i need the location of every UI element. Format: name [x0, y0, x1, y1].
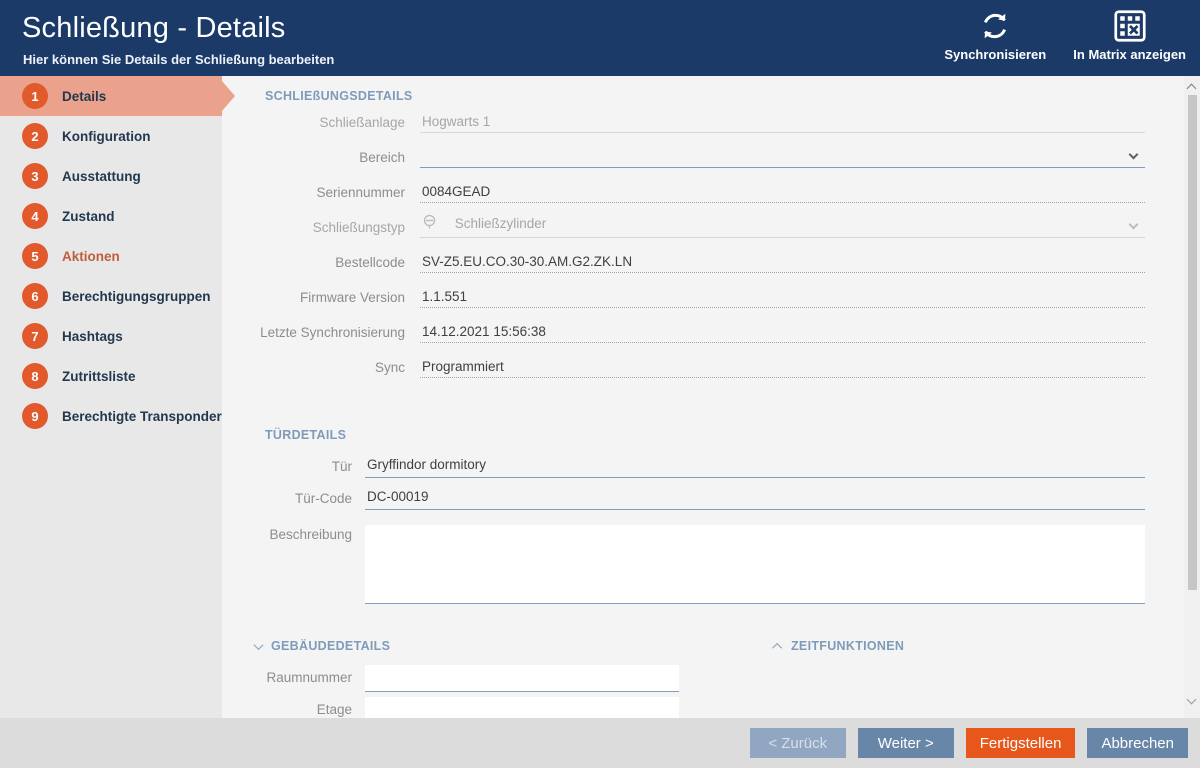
chevron-down-icon — [254, 640, 264, 650]
back-button[interactable]: < Zurück — [750, 728, 846, 758]
details-form: SCHLIEßUNGSDETAILS Schließanlage Hogwart… — [222, 76, 1200, 718]
field-schliessungstyp: Schließungstyp Schließzylinder — [222, 203, 1145, 238]
firmware-version-value: 1.1.551 — [420, 289, 1145, 308]
synchronize-label: Synchronisieren — [944, 47, 1046, 62]
scroll-down-icon[interactable] — [1187, 695, 1197, 705]
step-number-badge: 2 — [22, 123, 48, 149]
door-details-fields: Tür Tür-Code — [222, 446, 1145, 510]
section-title-tuerdetails: TÜRDETAILS — [265, 428, 346, 442]
sync-icon — [977, 8, 1013, 44]
page-subtitle: Hier können Sie Details der Schließung b… — [23, 52, 334, 67]
sidebar-item-berechtigte-transponder[interactable]: 9 Berechtigte Transponder — [0, 396, 222, 436]
next-button[interactable]: Weiter > — [858, 728, 954, 758]
beschreibung-label: Beschreibung — [222, 527, 352, 542]
letzte-synchronisierung-value: 14.12.2021 15:56:38 — [420, 324, 1145, 343]
field-tuer-code: Tür-Code — [222, 478, 1145, 510]
wizard-step-sidebar: 1 Details 2 Konfiguration 3 Ausstattung … — [0, 76, 222, 718]
header: Schließung - Details Hier können Sie Det… — [0, 0, 1200, 76]
field-letzte-synchronisierung: Letzte Synchronisierung 14.12.2021 15:56… — [222, 308, 1145, 343]
step-number-badge: 3 — [22, 163, 48, 189]
section-toggle-zeitfunktionen[interactable]: ZEITFUNKTIONEN — [775, 639, 904, 653]
field-firmware-version: Firmware Version 1.1.551 — [222, 273, 1145, 308]
sidebar-item-zustand[interactable]: 4 Zustand — [0, 196, 222, 236]
sidebar-item-ausstattung[interactable]: 3 Ausstattung — [0, 156, 222, 196]
sidebar-item-details[interactable]: 1 Details — [0, 76, 222, 116]
vertical-scrollbar[interactable] — [1184, 76, 1200, 718]
step-number-badge: 4 — [22, 203, 48, 229]
schliessungstyp-value: Schließzylinder — [455, 216, 547, 231]
raumnummer-label: Raumnummer — [222, 670, 352, 685]
scrollbar-thumb[interactable] — [1188, 95, 1197, 590]
step-number-badge: 5 — [22, 243, 48, 269]
locking-details-fields: Schließanlage Hogwarts 1 Bereich Serienn… — [222, 98, 1145, 378]
bestellcode-value: SV-Z5.EU.CO.30-30.AM.G2.ZK.LN — [420, 254, 1145, 273]
app-window: Schließung - Details Hier können Sie Det… — [0, 0, 1200, 768]
show-in-matrix-button[interactable]: In Matrix anzeigen — [1073, 8, 1186, 62]
header-actions: Synchronisieren In Matrix anzeigen — [943, 8, 1186, 62]
matrix-icon — [1112, 8, 1148, 44]
seriennummer-value: 0084GEAD — [420, 184, 1145, 203]
sync-status-value: Programmiert — [420, 359, 1145, 378]
finish-button[interactable]: Fertigstellen — [966, 728, 1076, 758]
raumnummer-input[interactable] — [365, 665, 679, 692]
schliessanlage-value: Hogwarts 1 — [420, 114, 1145, 133]
footer-bar: < Zurück Weiter > Fertigstellen Abbreche… — [0, 718, 1200, 768]
page-title: Schließung - Details — [22, 12, 286, 45]
etage-input[interactable] — [365, 697, 679, 718]
scroll-up-icon[interactable] — [1187, 84, 1197, 94]
bereich-select[interactable] — [422, 149, 1145, 164]
sidebar-item-konfiguration[interactable]: 2 Konfiguration — [0, 116, 222, 156]
synchronize-button[interactable]: Synchronisieren — [943, 8, 1047, 62]
field-seriennummer: Seriennummer 0084GEAD — [222, 168, 1145, 203]
step-number-badge: 9 — [22, 403, 48, 429]
etage-label: Etage — [222, 702, 352, 717]
cancel-button[interactable]: Abbrechen — [1087, 728, 1188, 758]
tuer-code-input[interactable] — [367, 489, 1145, 504]
field-bestellcode: Bestellcode SV-Z5.EU.CO.30-30.AM.G2.ZK.L… — [222, 238, 1145, 273]
sidebar-item-aktionen[interactable]: 5 Aktionen — [0, 236, 222, 276]
field-sync: Sync Programmiert — [222, 343, 1145, 378]
chevron-up-icon — [772, 642, 782, 652]
step-number-badge: 8 — [22, 363, 48, 389]
field-schliessanlage: Schließanlage Hogwarts 1 — [222, 98, 1145, 133]
sidebar-item-hashtags[interactable]: 7 Hashtags — [0, 316, 222, 356]
step-number-badge: 7 — [22, 323, 48, 349]
tuer-input[interactable] — [367, 457, 1145, 472]
step-number-badge: 6 — [22, 283, 48, 309]
step-number-badge: 1 — [22, 83, 48, 109]
sidebar-item-berechtigungsgruppen[interactable]: 6 Berechtigungsgruppen — [0, 276, 222, 316]
sidebar-item-zutrittsliste[interactable]: 8 Zutrittsliste — [0, 356, 222, 396]
field-bereich: Bereich — [222, 133, 1145, 168]
field-tuer: Tür — [222, 446, 1145, 478]
show-in-matrix-label: In Matrix anzeigen — [1073, 47, 1186, 62]
section-toggle-gebaeudedetails[interactable]: GEBÄUDEDETAILS — [255, 639, 390, 653]
beschreibung-textarea[interactable] — [365, 525, 1145, 604]
cylinder-icon — [422, 219, 441, 234]
